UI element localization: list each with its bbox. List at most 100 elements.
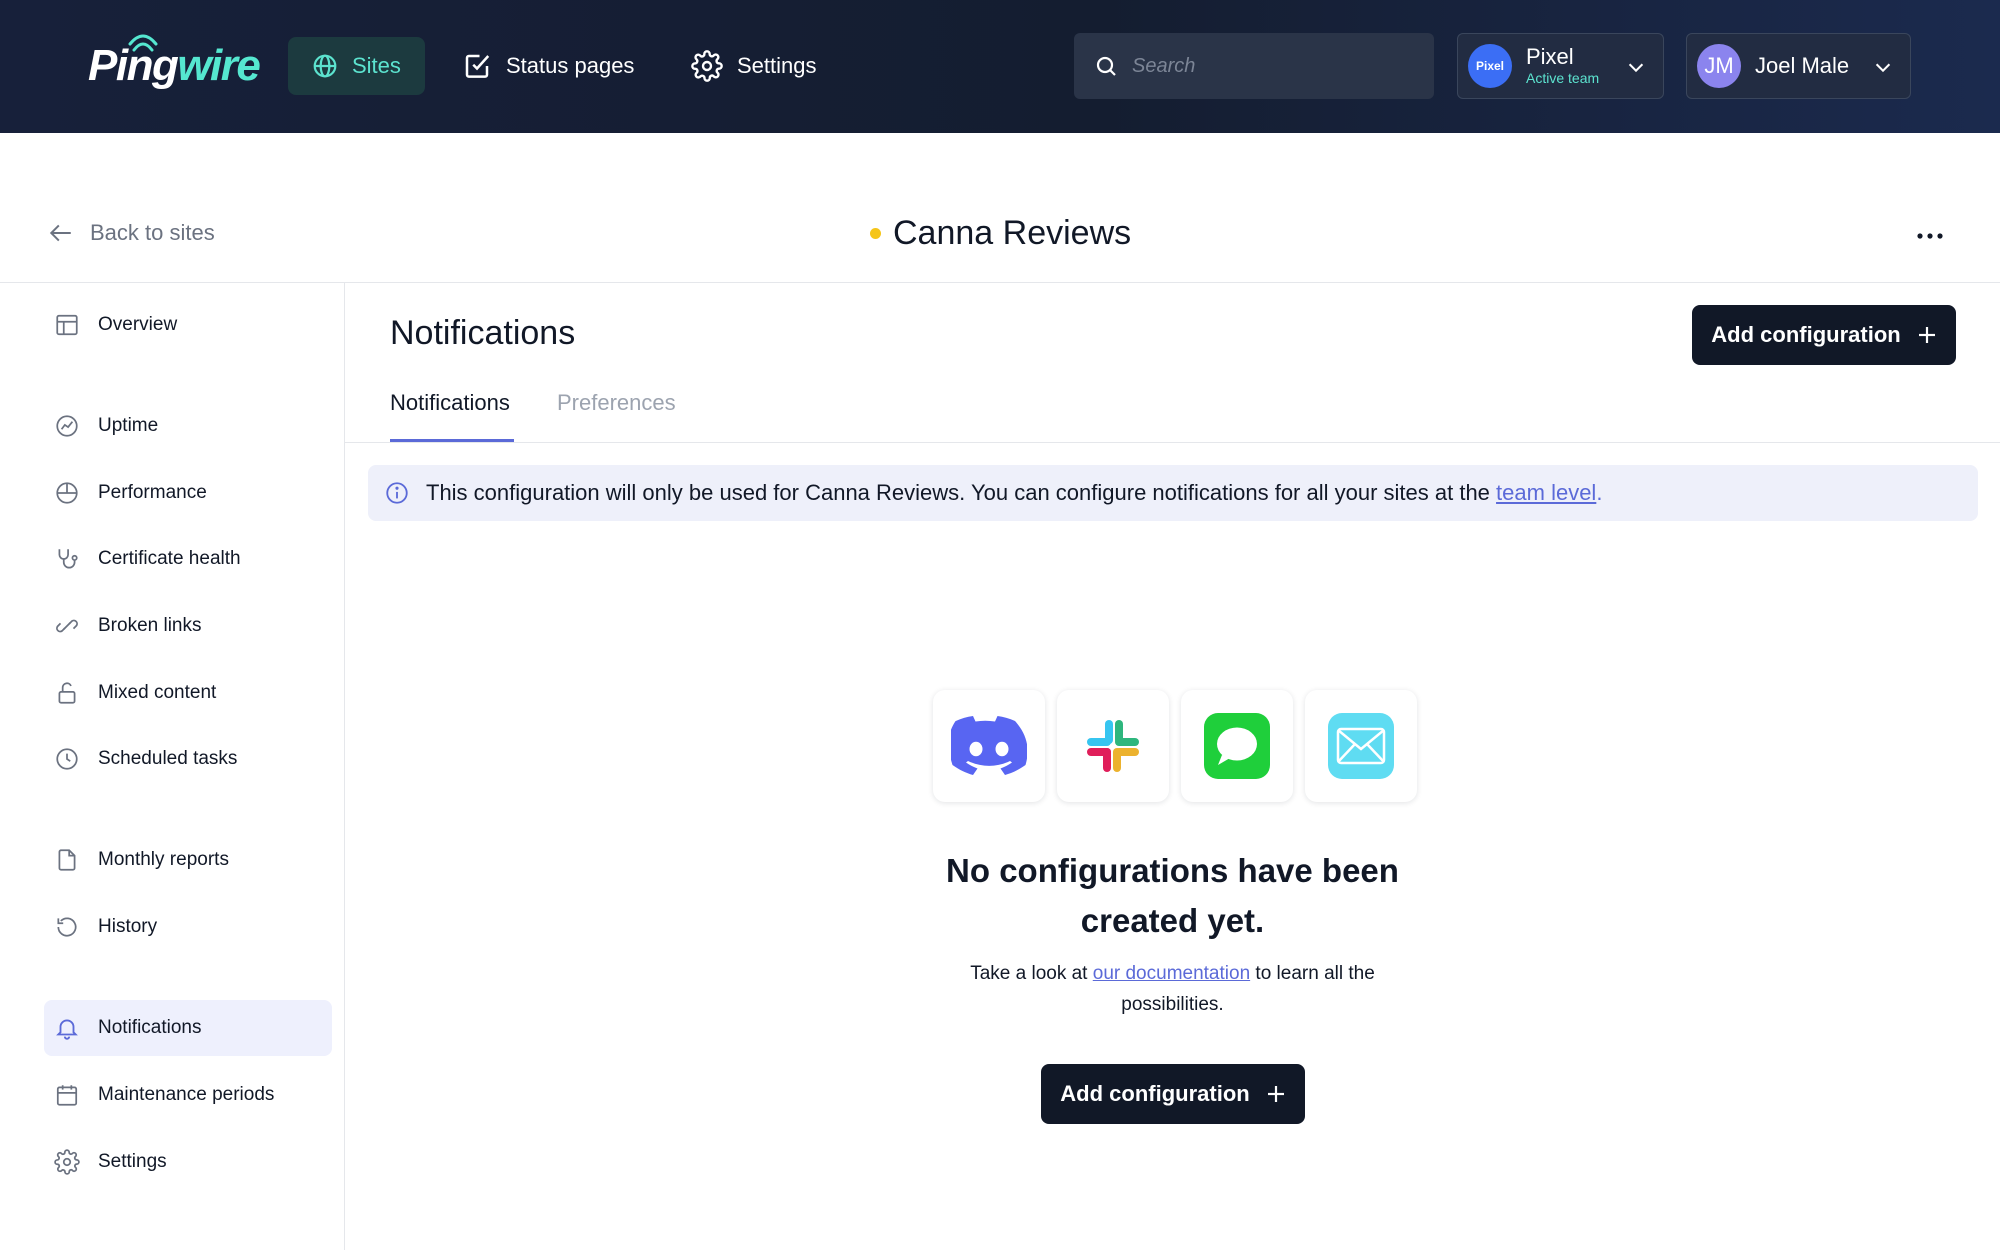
ellipsis-icon <box>1917 233 1943 239</box>
site-status-dot <box>870 228 881 239</box>
file-icon <box>58 849 76 871</box>
sidebar-item-scheduled-tasks[interactable]: Scheduled tasks <box>44 731 332 787</box>
integration-card-messages <box>1181 690 1293 802</box>
tab-preferences[interactable]: Preferences <box>557 390 676 416</box>
documentation-link[interactable]: our documentation <box>1093 963 1250 984</box>
search-icon <box>1096 56 1116 76</box>
sidebar-item-label: Maintenance periods <box>98 1084 275 1105</box>
back-link-label: Back to sites <box>90 220 215 245</box>
sidebar-item-overview[interactable]: Overview <box>44 297 332 353</box>
search-input[interactable] <box>1132 54 1412 78</box>
messages-icon <box>1204 713 1270 779</box>
mail-icon <box>1328 713 1394 779</box>
sidebar-item-label: Mixed content <box>98 682 217 703</box>
broken-link-icon <box>56 619 78 633</box>
pingwire-logo[interactable]: Pingwire <box>88 34 261 96</box>
integration-icons <box>933 690 1417 802</box>
user-menu[interactable]: JM Joel Male <box>1686 33 1911 99</box>
team-level-link[interactable]: team level <box>1496 480 1596 505</box>
header-divider <box>0 282 2000 283</box>
logo-text-accent: wire <box>177 41 261 90</box>
avatar: JM <box>1697 44 1741 88</box>
sidebar-item-mixed-content[interactable]: Mixed content <box>44 665 332 721</box>
chevron-down-icon <box>1875 63 1891 73</box>
plus-icon <box>1918 327 1935 343</box>
gear-icon <box>54 1149 80 1175</box>
add-configuration-label: Add configuration <box>1711 322 1901 347</box>
tabs-divider <box>345 442 2000 443</box>
sidebar-item-uptime[interactable]: Uptime <box>44 398 332 454</box>
slack-icon <box>1087 720 1139 772</box>
site-name: Canna Reviews <box>893 214 1132 252</box>
chevron-down-icon <box>1628 63 1644 73</box>
sidebar-item-label: Monthly reports <box>98 849 229 870</box>
sidebar-item-notifications[interactable]: Notifications <box>44 1000 332 1056</box>
sidebar-item-settings[interactable]: Settings <box>44 1134 332 1190</box>
team-subtitle: Active team <box>1526 70 1600 86</box>
plus-icon <box>1267 1086 1284 1102</box>
sidebar-item-label: History <box>98 916 158 937</box>
nav-status-pages[interactable]: Status pages <box>438 37 658 95</box>
discord-icon <box>951 716 1027 775</box>
clock-icon <box>56 748 78 770</box>
team-avatar: Pixel <box>1468 44 1512 88</box>
nav-sites-label: Sites <box>352 53 401 78</box>
gear-icon <box>691 50 723 82</box>
sidebar-item-history[interactable]: History <box>44 899 332 955</box>
nav-settings-label: Settings <box>737 53 817 78</box>
user-name: Joel Male <box>1755 53 1850 78</box>
banner-message: This configuration will only be used for… <box>426 480 1490 505</box>
checkbox-icon <box>465 54 490 78</box>
sidebar-item-performance[interactable]: Performance <box>44 465 332 521</box>
sidebar-item-certificate-health[interactable]: Certificate health <box>44 531 332 587</box>
sidebar-item-monthly-reports[interactable]: Monthly reports <box>44 832 332 888</box>
sidebar-item-label: Overview <box>98 314 178 335</box>
arrow-left-icon <box>49 224 71 242</box>
empty-state-add-configuration-button[interactable]: Add configuration <box>1041 1064 1305 1124</box>
sidebar-item-label: Certificate health <box>98 548 241 569</box>
stethoscope-icon <box>58 549 78 569</box>
empty-text-before: Take a look at <box>970 963 1088 984</box>
banner-trailing: . <box>1596 480 1603 505</box>
sidebar-item-label: Performance <box>98 482 207 503</box>
unlock-icon <box>58 682 76 704</box>
calendar-icon <box>56 1085 78 1106</box>
empty-state-title: No configurations have been created yet. <box>946 852 1399 939</box>
sidebar-divider <box>344 283 345 1250</box>
sidebar-item-label: Notifications <box>98 1017 202 1038</box>
sidebar-item-label: Broken links <box>98 615 202 636</box>
more-options-button[interactable] <box>1912 222 1948 250</box>
nav-status-pages-label: Status pages <box>506 53 635 78</box>
sidebar-item-label: Scheduled tasks <box>98 748 238 769</box>
tab-notifications[interactable]: Notifications <box>390 390 510 416</box>
integration-card-slack <box>1057 690 1169 802</box>
page-title: Canna Reviews <box>870 214 1131 253</box>
layout-icon <box>56 314 78 336</box>
history-icon <box>57 917 77 937</box>
search-box[interactable] <box>1074 33 1434 99</box>
team-switcher[interactable]: Pixel Pixel Active team <box>1457 33 1664 99</box>
integration-card-discord <box>933 690 1045 802</box>
gauge-icon <box>56 482 78 504</box>
sidebar-item-label: Settings <box>98 1151 167 1172</box>
banner-text: This configuration will only be used for… <box>426 480 1602 506</box>
sidebar-item-label: Uptime <box>98 415 159 436</box>
info-banner: This configuration will only be used for… <box>368 465 1978 521</box>
bell-icon <box>56 1019 78 1040</box>
nav-settings[interactable]: Settings <box>667 37 841 95</box>
add-configuration-button[interactable]: Add configuration <box>1692 305 1956 365</box>
uptime-icon <box>56 415 78 437</box>
nav-sites[interactable]: Sites <box>288 37 425 95</box>
team-name: Pixel <box>1526 44 1574 69</box>
empty-state-text: Take a look at our documentation to lear… <box>940 958 1405 1020</box>
integration-card-mail <box>1305 690 1417 802</box>
section-title: Notifications <box>390 314 576 352</box>
top-navigation-bar: Pingwire Sites Status pages Settings Pix… <box>0 0 2000 133</box>
info-icon <box>386 482 408 504</box>
signal-waves-icon <box>128 34 158 52</box>
globe-icon <box>313 54 337 78</box>
sidebar-item-maintenance-periods[interactable]: Maintenance periods <box>44 1067 332 1123</box>
back-to-sites-link[interactable]: Back to sites <box>48 220 215 246</box>
empty-state-button-label: Add configuration <box>1060 1081 1250 1106</box>
sidebar-item-broken-links[interactable]: Broken links <box>44 598 332 654</box>
